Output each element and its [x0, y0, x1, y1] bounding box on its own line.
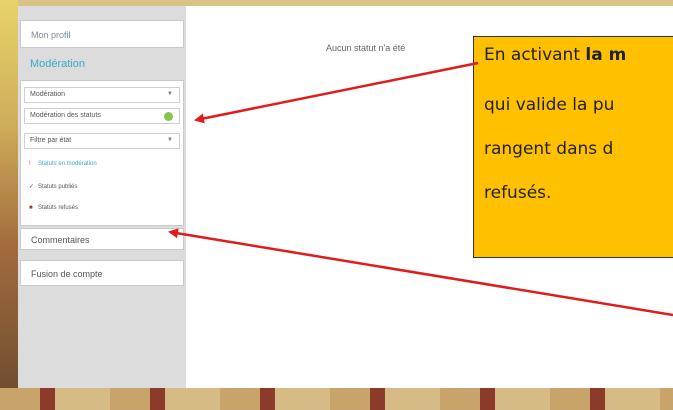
arrow-to-comments [168, 228, 673, 317]
annotation-arrows [168, 61, 673, 317]
arrow-to-moderation-toggle [194, 61, 479, 124]
